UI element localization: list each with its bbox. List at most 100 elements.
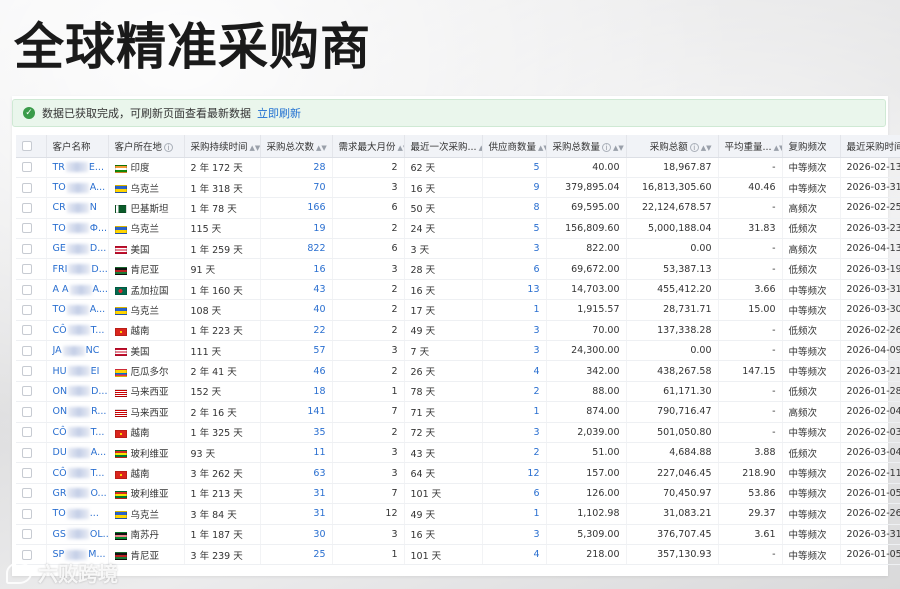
times-cell[interactable]: 16 [260,258,333,280]
times-cell[interactable]: 43 [260,279,333,301]
suppliers-cell[interactable]: 9 [482,177,547,199]
customer-name-part[interactable]: DU [53,447,67,458]
column-header-country[interactable]: 客户所在地 i [108,135,185,158]
suppliers-value[interactable]: 3 [533,243,539,254]
row-checkbox[interactable] [22,325,32,336]
row-select-cell[interactable] [16,279,47,301]
table-row[interactable]: TO Ф... 乌克兰 115 天 19 2 24 天 5 156,809.60 5,000,18… [16,218,900,240]
times-cell[interactable]: 57 [260,340,333,362]
customer-name-part[interactable]: T... [91,468,105,479]
suppliers-value[interactable]: 1 [533,508,539,519]
customer-name-part[interactable]: D... [91,264,107,275]
customer-name-cell[interactable]: CÔ T... [46,462,109,484]
suppliers-value[interactable]: 4 [533,549,539,560]
suppliers-cell[interactable]: 2 [482,442,547,464]
customer-name-part[interactable]: GS [53,529,66,540]
suppliers-cell[interactable]: 3 [482,238,547,260]
customer-name-part[interactable]: T... [91,427,105,438]
suppliers-cell[interactable]: 3 [482,320,547,342]
times-value[interactable]: 141 [307,406,325,417]
times-value[interactable]: 18 [313,386,325,397]
row-select-cell[interactable] [16,524,47,545]
customer-name-part[interactable]: TO [53,508,66,519]
suppliers-value[interactable]: 1 [533,406,539,417]
customer-name-part[interactable]: EI [91,366,100,377]
suppliers-value[interactable]: 9 [533,182,539,193]
times-value[interactable]: 19 [313,223,325,234]
customer-name-cell[interactable]: HU EI [46,360,109,382]
customer-name-part[interactable]: A... [93,284,107,295]
table-row[interactable]: GE D... 美国 1 年 259 天 822 6 3 天 3 822.00 0.00 - 高频次 2… [16,238,900,260]
times-cell[interactable]: 31 [260,503,333,525]
times-cell[interactable]: 166 [260,197,333,219]
suppliers-cell[interactable]: 13 [482,279,547,301]
customer-name-cell[interactable]: DU A... [46,442,109,464]
row-select-cell[interactable] [16,442,47,464]
times-cell[interactable]: 19 [260,218,333,240]
row-select-cell[interactable] [16,422,47,443]
suppliers-cell[interactable]: 3 [482,340,547,362]
customer-name-part[interactable]: ON [53,386,68,397]
customer-name-part[interactable]: ON [53,406,68,417]
suppliers-cell[interactable]: 4 [482,544,547,566]
row-checkbox[interactable] [22,488,32,499]
times-value[interactable]: 63 [313,468,325,479]
column-header-suppliers[interactable]: 供应商数量▲▼ [482,135,547,158]
column-header-times[interactable]: 采购总次数 ▲▼ [260,135,333,158]
row-checkbox[interactable] [22,427,32,438]
table-row[interactable]: SP M... 肯尼亚 3 年 239 天 25 1 101 天 4 218.00 357,130… [16,544,900,566]
customer-name-part[interactable]: CÔ [53,468,67,479]
customer-name-cell[interactable]: CÔ T... [46,320,109,342]
row-checkbox[interactable] [22,406,32,417]
sort-icon[interactable]: ▲▼ [613,144,624,152]
column-header-recent[interactable]: 最近采购时间▲▼ [840,135,900,158]
suppliers-value[interactable]: 4 [533,366,539,377]
table-row[interactable]: CÔ T... 越南 3 年 262 天 63 3 64 天 12 157.00 227,046.… [16,462,900,484]
table-row[interactable]: CÔ T... 越南 1 年 325 天 35 2 72 天 3 2,039.00 501,050… [16,422,900,443]
customer-name-part[interactable]: D... [90,243,106,254]
customer-name-cell[interactable]: TO A... [46,177,109,199]
times-value[interactable]: 822 [307,243,325,254]
times-cell[interactable]: 822 [260,238,333,260]
column-header-qty[interactable]: 采购总数量 i ▲▼ [546,135,627,158]
times-value[interactable]: 22 [313,325,325,336]
times-cell[interactable]: 22 [260,320,333,342]
row-select-cell[interactable] [16,401,47,423]
row-select-cell[interactable] [16,462,47,484]
table-row[interactable]: ON R... 马来西亚 2 年 16 天 141 7 71 天 1 874.00 790,716… [16,401,900,423]
times-cell[interactable]: 18 [260,381,333,403]
suppliers-cell[interactable]: 3 [482,524,547,545]
times-value[interactable]: 31 [313,488,325,499]
times-value[interactable]: 16 [313,264,325,275]
customer-name-part[interactable]: TR [53,162,65,173]
info-icon[interactable]: i [164,142,174,152]
row-checkbox[interactable] [22,529,32,540]
suppliers-value[interactable]: 3 [533,325,539,336]
customer-name-part[interactable]: FRI [53,264,68,275]
column-header-maxMonth[interactable]: 需求最大月份▲▼ [332,135,405,158]
suppliers-value[interactable]: 2 [533,447,539,458]
suppliers-cell[interactable]: 1 [482,401,547,423]
row-select-cell[interactable] [16,483,47,505]
table-row[interactable]: HU EI 厄瓜多尔 2 年 41 天 46 2 26 天 4 342.00 438,267.58… [16,360,900,382]
suppliers-cell[interactable]: 1 [482,299,547,321]
customer-name-part[interactable]: E... [89,162,104,173]
row-checkbox[interactable] [22,264,32,275]
times-cell[interactable]: 35 [260,422,333,443]
customer-name-part[interactable]: CÔ [53,325,67,336]
times-value[interactable]: 166 [307,202,325,213]
customer-name-part[interactable]: N [90,202,97,213]
suppliers-cell[interactable]: 2 [482,381,547,403]
customer-name-cell[interactable]: CR N [46,197,109,219]
times-value[interactable]: 57 [313,345,325,356]
suppliers-cell[interactable]: 3 [482,422,547,443]
customer-name-part[interactable]: NC [86,345,100,356]
row-select-cell[interactable] [16,238,47,260]
row-checkbox[interactable] [22,162,32,173]
customer-name-cell[interactable]: GS OL... [46,524,109,545]
suppliers-cell[interactable]: 5 [482,218,547,240]
row-checkbox[interactable] [22,508,32,519]
sort-icon[interactable]: ▲▼ [316,144,327,152]
times-cell[interactable]: 63 [260,462,333,484]
table-row[interactable]: ON D... 马来西亚 152 天 18 1 78 天 2 88.00 61,171.30 - 低频… [16,381,900,403]
